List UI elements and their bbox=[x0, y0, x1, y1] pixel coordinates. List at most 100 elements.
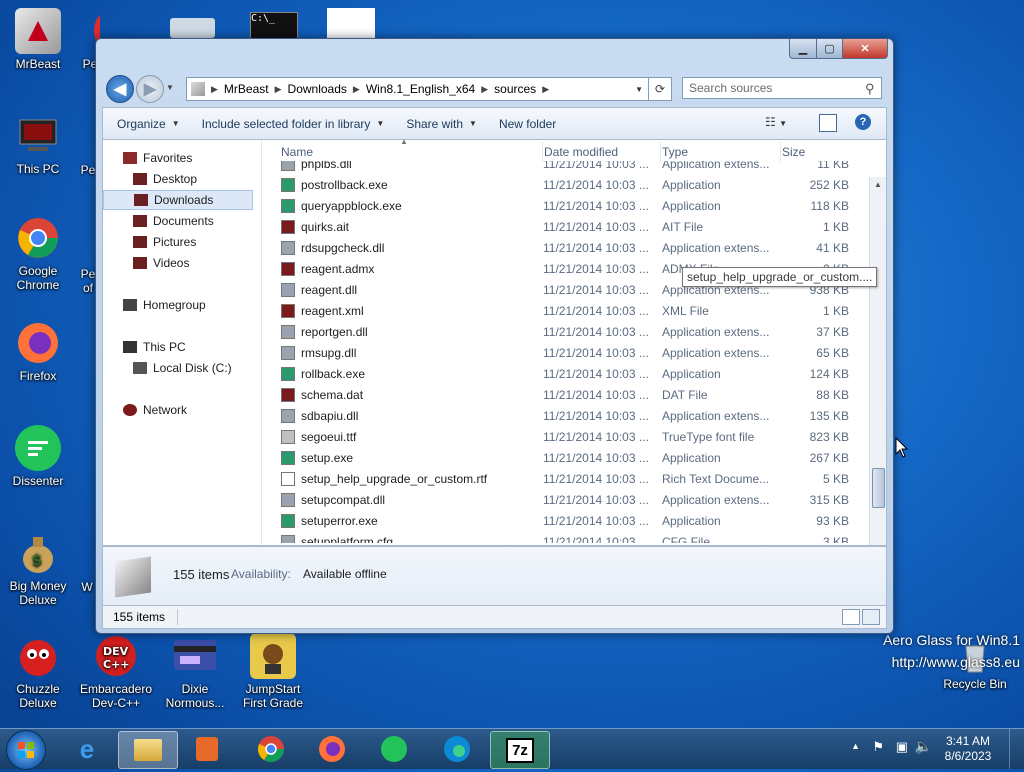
nav-documents[interactable]: Documents bbox=[133, 211, 214, 231]
nav-label: Downloads bbox=[154, 193, 214, 207]
recent-pages-icon[interactable]: ▼ bbox=[166, 83, 174, 92]
file-row[interactable]: quirks.ait 11/21/2014 10:03 ... AIT File 1 … bbox=[269, 217, 869, 238]
homegroup-icon bbox=[123, 299, 137, 311]
file-row[interactable]: phplbs.dll 11/21/2014 10:03 ... Applicatio… bbox=[269, 161, 869, 175]
help-icon[interactable]: ? bbox=[855, 114, 871, 130]
taskbar-7zip[interactable]: 7z bbox=[490, 731, 550, 769]
file-row[interactable]: queryappblock.exe 11/21/2014 10:03 ... App… bbox=[269, 196, 869, 217]
nav-desktop[interactable]: Desktop bbox=[133, 169, 197, 189]
partial-desktop-icon[interactable] bbox=[170, 18, 215, 38]
column-size[interactable]: Size bbox=[780, 142, 852, 162]
desktop-icon-firefox[interactable]: Firefox bbox=[0, 320, 76, 383]
organize-button[interactable]: Organize ▼ bbox=[117, 117, 180, 131]
minimize-button[interactable]: ▁ bbox=[789, 39, 817, 59]
file-row[interactable]: rollback.exe 11/21/2014 10:03 ... Applicat… bbox=[269, 364, 869, 385]
breadcrumb-item[interactable]: MrBeast bbox=[218, 82, 275, 96]
address-dropdown-icon[interactable]: ▼ bbox=[635, 85, 643, 94]
taskbar-edge[interactable] bbox=[428, 731, 486, 767]
nav-favorites[interactable]: Favorites bbox=[123, 148, 192, 168]
breadcrumb-item[interactable]: Downloads bbox=[282, 82, 353, 96]
breadcrumb-item[interactable]: sources bbox=[488, 82, 542, 96]
column-type[interactable]: Type bbox=[660, 142, 688, 162]
maximize-button[interactable]: ▢ bbox=[816, 39, 843, 59]
nav-pictures[interactable]: Pictures bbox=[133, 232, 196, 252]
show-hidden-icons-icon[interactable]: ▲ bbox=[851, 741, 860, 751]
close-button[interactable]: ✕ bbox=[842, 39, 888, 59]
search-input[interactable]: Search sources bbox=[682, 77, 882, 99]
file-row[interactable]: rdsupgcheck.dll 11/21/2014 10:03 ... Appli… bbox=[269, 238, 869, 259]
start-button[interactable] bbox=[6, 730, 46, 770]
desktop-icon-this-pc[interactable]: This PC bbox=[0, 113, 76, 176]
desktop-icon-pe2[interactable]: Pe bbox=[80, 163, 96, 177]
desktop-icon-google-chrome[interactable]: Google Chrome bbox=[0, 215, 76, 292]
nav-network[interactable]: Network bbox=[123, 400, 187, 420]
chevron-right-icon[interactable]: ▶ bbox=[353, 84, 360, 95]
file-row[interactable]: segoeui.ttf 11/21/2014 10:03 ... TrueType … bbox=[269, 427, 869, 448]
desktop-icon-chuzzle[interactable]: Chuzzle Deluxe bbox=[0, 633, 76, 710]
file-size: 93 KB bbox=[816, 514, 849, 528]
file-row[interactable]: setupplatform.cfg 11/21/2014 10:03 ... CFG… bbox=[269, 532, 869, 543]
volume-icon[interactable]: 🔈 bbox=[915, 738, 932, 755]
file-row[interactable]: reagent.xml 11/21/2014 10:03 ... XML File 1… bbox=[269, 301, 869, 322]
view-options-icon[interactable]: ☷ ▼ bbox=[765, 115, 787, 129]
include-library-button[interactable]: Include selected folder in library ▼ bbox=[202, 117, 385, 131]
file-dat-icon bbox=[281, 388, 295, 402]
desktop-icon-devcpp[interactable]: DEV C++ Embarcadero Dev-C++ bbox=[78, 633, 154, 710]
action-center-flag-icon[interactable]: ⚑ bbox=[872, 739, 884, 755]
desktop-icon-dixie[interactable]: Dixie Normous... bbox=[157, 633, 233, 710]
file-row[interactable]: sdbapiu.dll 11/21/2014 10:03 ... Applicati… bbox=[269, 406, 869, 427]
network-status-icon[interactable]: ▣ bbox=[896, 739, 908, 755]
column-name[interactable]: Name bbox=[281, 142, 313, 162]
file-size: 37 KB bbox=[816, 325, 849, 339]
taskbar-explorer[interactable] bbox=[118, 731, 178, 769]
desktop-icon-dissenter[interactable]: Dissenter bbox=[0, 425, 76, 488]
nav-this-pc[interactable]: This PC bbox=[123, 337, 186, 357]
chevron-right-icon[interactable]: ▶ bbox=[481, 84, 488, 95]
nav-local-disk[interactable]: Local Disk (C:) bbox=[133, 358, 232, 378]
show-desktop-button[interactable] bbox=[1009, 729, 1024, 769]
chevron-right-icon[interactable]: ▶ bbox=[275, 84, 282, 95]
preview-pane-icon[interactable] bbox=[819, 114, 837, 132]
file-row[interactable]: rmsupg.dll 11/21/2014 10:03 ... Applicatio… bbox=[269, 343, 869, 364]
file-dll-icon bbox=[281, 161, 295, 171]
file-row[interactable]: setup_help_upgrade_or_custom.rtf 11/21/20… bbox=[269, 469, 869, 490]
scroll-up-arrow[interactable]: ▲ bbox=[870, 177, 886, 193]
clock[interactable]: 3:41 AM 8/6/2023 bbox=[940, 734, 996, 764]
taskbar-dissenter[interactable] bbox=[365, 731, 423, 767]
desktop-icon-w[interactable]: W bbox=[80, 580, 94, 594]
forward-button[interactable]: ▶ bbox=[136, 75, 164, 103]
file-row[interactable]: reportgen.dll 11/21/2014 10:03 ... Applica… bbox=[269, 322, 869, 343]
chevron-right-icon[interactable]: ▶ bbox=[542, 84, 549, 95]
vertical-scrollbar[interactable]: ▲ ▼ bbox=[869, 177, 886, 545]
large-icons-view-icon[interactable] bbox=[862, 609, 880, 625]
details-view-icon[interactable] bbox=[842, 609, 860, 625]
taskbar-media-player[interactable] bbox=[178, 731, 236, 767]
file-row[interactable]: setup.exe 11/21/2014 10:03 ... Application… bbox=[269, 448, 869, 469]
desktop-icon-mrbeast[interactable]: MrBeast bbox=[0, 8, 76, 71]
file-row[interactable]: setupcompat.dll 11/21/2014 10:03 ... Appli… bbox=[269, 490, 869, 511]
file-date: 11/21/2014 10:03 ... bbox=[543, 493, 649, 507]
new-folder-button[interactable]: New folder bbox=[499, 117, 556, 131]
cmd-icon[interactable]: C:\_ bbox=[250, 12, 298, 40]
nav-homegroup[interactable]: Homegroup bbox=[123, 295, 206, 315]
address-bar[interactable]: ▶ MrBeast ▶ Downloads ▶ Win8.1_English_x… bbox=[186, 77, 650, 101]
desktop-icon-big-money[interactable]: $ Big Money Deluxe bbox=[0, 530, 76, 607]
file-row[interactable]: postrollback.exe 11/21/2014 10:03 ... Appl… bbox=[269, 175, 869, 196]
desktop-icon-pe3[interactable]: Pe of bbox=[80, 267, 96, 295]
document-icon[interactable] bbox=[327, 8, 375, 38]
chevron-right-icon[interactable]: ▶ bbox=[211, 84, 218, 95]
back-button[interactable]: ◀ bbox=[106, 75, 134, 103]
scroll-thumb[interactable] bbox=[872, 468, 885, 508]
column-date[interactable]: Date modified bbox=[542, 142, 618, 162]
file-row[interactable]: schema.dat 11/21/2014 10:03 ... DAT File 88… bbox=[269, 385, 869, 406]
nav-downloads[interactable]: Downloads bbox=[103, 190, 253, 210]
taskbar-ie[interactable]: e bbox=[58, 731, 116, 767]
file-row[interactable]: setuperror.exe 11/21/2014 10:03 ... Applic… bbox=[269, 511, 869, 532]
nav-videos[interactable]: Videos bbox=[133, 253, 189, 273]
desktop-icon-jumpstart[interactable]: JumpStart First Grade bbox=[235, 633, 311, 710]
refresh-button[interactable]: ⟳ bbox=[648, 77, 672, 101]
taskbar-firefox[interactable] bbox=[303, 731, 361, 767]
taskbar-chrome[interactable] bbox=[242, 731, 300, 767]
breadcrumb-item[interactable]: Win8.1_English_x64 bbox=[360, 82, 481, 96]
share-with-button[interactable]: Share with ▼ bbox=[406, 117, 477, 131]
